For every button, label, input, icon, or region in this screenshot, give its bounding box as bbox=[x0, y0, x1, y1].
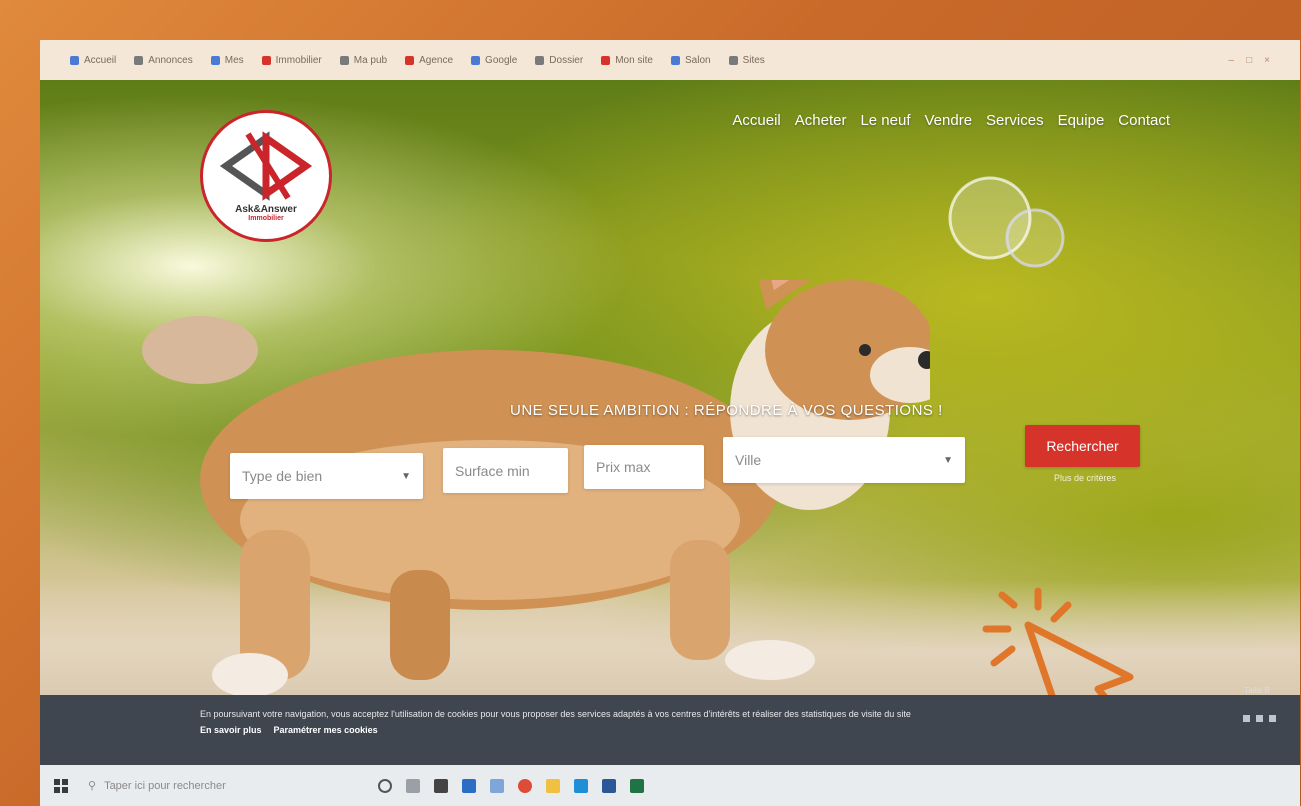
bookmark-label: Sites bbox=[742, 54, 765, 66]
folder-icon[interactable] bbox=[546, 778, 560, 793]
close-icon[interactable]: × bbox=[1264, 55, 1270, 66]
bookmark-label: Google bbox=[485, 54, 518, 66]
cookie-banner: En poursuivant votre navigation, vous ac… bbox=[40, 695, 1300, 765]
search-button[interactable]: Rechercher bbox=[1025, 425, 1140, 467]
bookmark-item[interactable]: Ma pub bbox=[339, 54, 388, 66]
nav-contact[interactable]: Contact bbox=[1118, 112, 1170, 129]
bookmark-item[interactable]: Accueil bbox=[70, 55, 116, 66]
property-type-placeholder: Type de bien bbox=[242, 468, 323, 484]
bookmark-icon bbox=[728, 55, 738, 65]
taskbar-apps bbox=[378, 778, 644, 793]
bookmark-icon bbox=[261, 55, 271, 65]
bookmark-label: Agence bbox=[419, 54, 454, 66]
edge-icon[interactable] bbox=[490, 778, 504, 793]
bookmark-item[interactable]: Salon bbox=[671, 55, 711, 66]
bookmark-item[interactable]: Dossier bbox=[535, 55, 583, 66]
main-nav: Accueil Acheter Le neuf Vendre Services … bbox=[732, 112, 1170, 129]
chevron-down-icon: ▼ bbox=[401, 470, 411, 482]
nav-vendre[interactable]: Vendre bbox=[925, 112, 973, 129]
outlook-icon[interactable] bbox=[574, 778, 588, 793]
bookmarks-bar: Accueil Annonces Mes Immobilier Ma pub A… bbox=[40, 40, 1300, 80]
puppy-leg bbox=[390, 570, 450, 680]
excel-icon[interactable] bbox=[630, 778, 644, 793]
nav-equipe[interactable]: Equipe bbox=[1058, 112, 1105, 129]
nav-le-neuf[interactable]: Le neuf bbox=[860, 112, 910, 129]
chrome-icon[interactable] bbox=[518, 778, 532, 793]
price-max-placeholder: Prix max bbox=[596, 459, 651, 475]
search-icon: ⚲ bbox=[88, 780, 97, 792]
bookmark-label: Annonces bbox=[148, 54, 193, 66]
bookmark-icon bbox=[535, 55, 545, 65]
puppy-leg bbox=[670, 540, 730, 660]
cookie-tray bbox=[1243, 715, 1276, 722]
tray-icon[interactable] bbox=[1256, 715, 1263, 722]
bookmark-icon bbox=[210, 55, 220, 65]
nav-accueil[interactable]: Accueil bbox=[732, 112, 780, 129]
cookie-text: En poursuivant votre navigation, vous ac… bbox=[200, 709, 911, 719]
puppy-eye bbox=[859, 344, 871, 356]
nav-services[interactable]: Services bbox=[986, 112, 1044, 129]
city-select[interactable]: Ville ▼ bbox=[723, 437, 965, 483]
hero-tagline: UNE SEULE AMBITION : RÉPONDRE À VOS QUES… bbox=[510, 402, 943, 419]
bookmark-icon bbox=[471, 55, 481, 65]
cookie-settings-link[interactable]: Paramétrer mes cookies bbox=[274, 725, 378, 735]
logo-mark-icon bbox=[219, 131, 313, 201]
city-placeholder: Ville bbox=[735, 452, 762, 468]
maximize-icon[interactable]: □ bbox=[1246, 55, 1252, 66]
bookmark-icon bbox=[601, 55, 611, 65]
bookmark-label: Mon site bbox=[615, 54, 653, 66]
window-controls: – □ × bbox=[1229, 55, 1270, 66]
bookmark-label: Ma pub bbox=[353, 54, 388, 66]
word-icon[interactable] bbox=[602, 778, 616, 793]
puppy-paw bbox=[212, 653, 288, 697]
bookmark-item[interactable]: Google bbox=[471, 55, 517, 66]
bookmark-item[interactable]: Mes bbox=[210, 54, 244, 66]
price-max-input[interactable]: Prix max bbox=[584, 445, 704, 489]
logo-name: Ask&Answer bbox=[235, 204, 297, 215]
bookmark-label: Immobilier bbox=[275, 54, 322, 66]
bookmark-label: Dossier bbox=[549, 54, 584, 66]
taskbar-search-placeholder: Taper ici pour rechercher bbox=[104, 779, 226, 792]
minimize-icon[interactable]: – bbox=[1229, 55, 1235, 66]
bookmark-item[interactable]: Immobilier bbox=[261, 54, 322, 66]
task-view-icon[interactable] bbox=[406, 778, 420, 793]
monitor-screen: Accueil Annonces Mes Immobilier Ma pub A… bbox=[40, 40, 1300, 806]
tray-icon[interactable] bbox=[1243, 715, 1250, 722]
surface-min-placeholder: Surface min bbox=[455, 462, 530, 479]
store-icon[interactable] bbox=[434, 778, 448, 793]
page-tag: Taille B bbox=[1244, 686, 1270, 695]
bubble-decoration bbox=[948, 176, 1065, 268]
site-logo[interactable]: Ask&Answer Immobilier bbox=[200, 110, 332, 242]
surface-min-input[interactable]: Surface min bbox=[443, 448, 568, 493]
nav-acheter[interactable]: Acheter bbox=[795, 112, 847, 129]
tray-icon[interactable] bbox=[1269, 715, 1276, 722]
bookmark-icon bbox=[405, 55, 415, 65]
bookmark-item[interactable]: Sites bbox=[728, 54, 765, 66]
cortana-icon[interactable] bbox=[378, 778, 392, 793]
bookmark-icon bbox=[339, 55, 349, 65]
bookmark-label: Salon bbox=[685, 54, 711, 66]
windows-start-icon[interactable] bbox=[54, 778, 68, 793]
os-taskbar: ⚲ Taper ici pour rechercher bbox=[40, 765, 1300, 806]
bookmark-label: Accueil bbox=[84, 54, 117, 66]
cursor-click-icon bbox=[982, 587, 1134, 700]
more-criteria-link[interactable]: Plus de critères bbox=[1054, 473, 1116, 483]
puppy-paw bbox=[725, 640, 815, 680]
bookmark-label: Mes bbox=[224, 54, 244, 66]
hero-section: Ask&Answer Immobilier Accueil Acheter Le… bbox=[40, 80, 1300, 700]
cookie-learn-more-link[interactable]: En savoir plus bbox=[200, 725, 262, 735]
bookmark-item[interactable]: Annonces bbox=[134, 54, 193, 66]
bookmark-item[interactable]: Agence bbox=[405, 55, 453, 66]
bookmark-item[interactable]: Mon site bbox=[601, 55, 653, 66]
property-type-select[interactable]: Type de bien ▼ bbox=[230, 453, 423, 499]
taskbar-search[interactable]: ⚲ Taper ici pour rechercher bbox=[88, 773, 338, 799]
mail-icon[interactable] bbox=[462, 778, 476, 793]
bookmark-icon bbox=[671, 55, 680, 65]
bookmark-icon bbox=[134, 55, 144, 65]
bookmark-icon bbox=[70, 55, 79, 65]
logo-subtitle: Immobilier bbox=[248, 215, 284, 222]
chevron-down-icon: ▼ bbox=[943, 454, 953, 466]
puppy-tail bbox=[142, 316, 258, 384]
